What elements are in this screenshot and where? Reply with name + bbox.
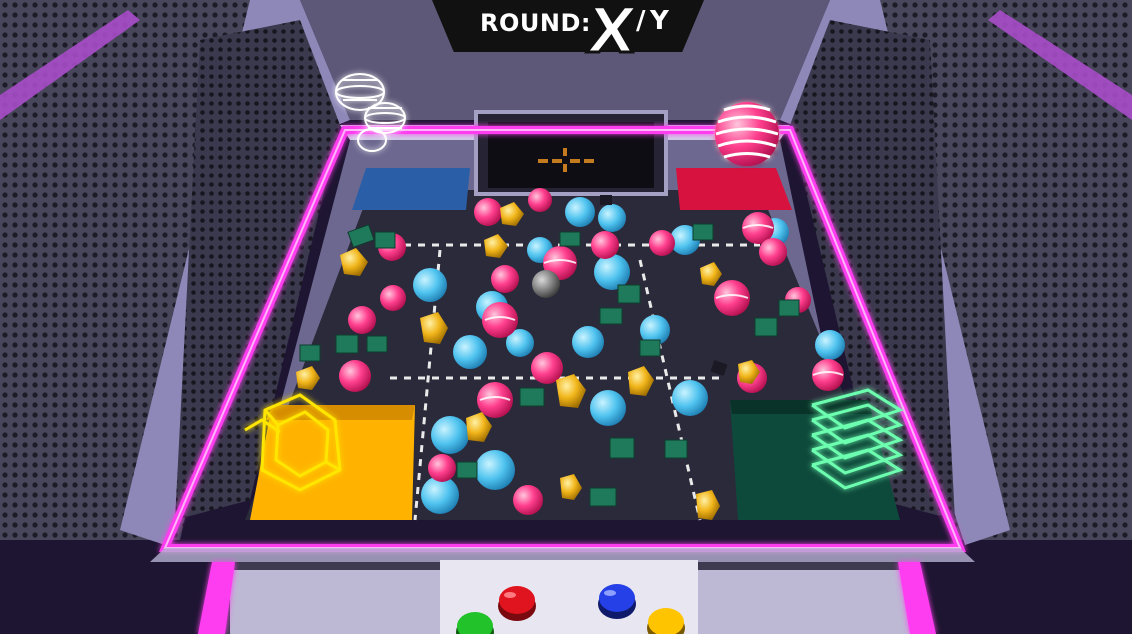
hologram-striped-ball-icon xyxy=(715,102,779,166)
red-bin xyxy=(676,168,792,210)
blue-bin xyxy=(352,168,470,210)
claw-icon xyxy=(532,270,560,298)
claw-machine-scene xyxy=(0,0,1132,634)
blue-button[interactable] xyxy=(598,584,636,619)
red-button[interactable] xyxy=(498,586,536,621)
